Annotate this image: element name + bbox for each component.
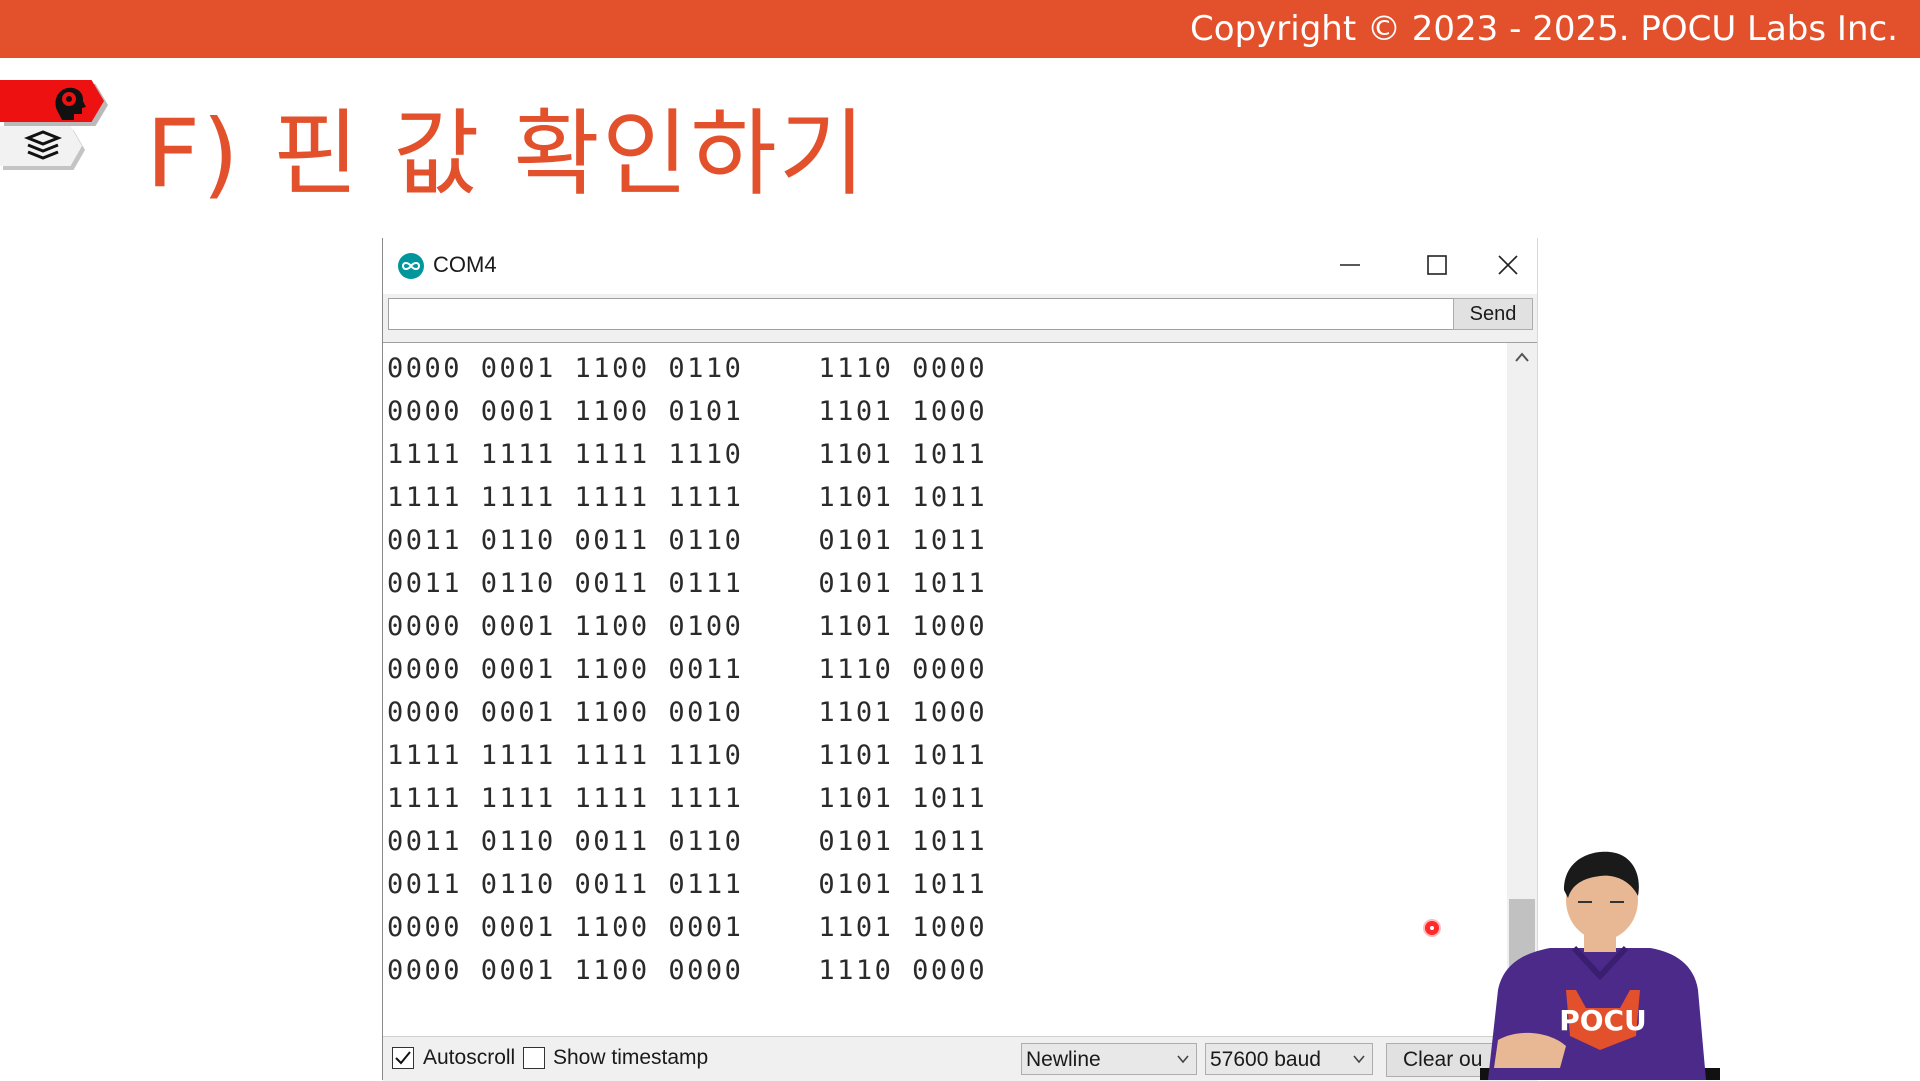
line-ending-select[interactable]: Newline xyxy=(1021,1043,1197,1075)
serial-input[interactable] xyxy=(388,298,1454,330)
output-line: 1111 1111 1111 1110 1101 1011 xyxy=(387,740,988,771)
top-banner: Copyright © 2023 - 2025. POCU Labs Inc. xyxy=(0,0,1920,58)
output-line: 0011 0110 0011 0110 0101 1011 xyxy=(387,525,988,556)
stack-layers-icon xyxy=(24,130,62,160)
output-line: 0000 0001 1100 0101 1101 1000 xyxy=(387,396,988,427)
output-line: 0000 0001 1100 0100 1101 1000 xyxy=(387,611,988,642)
window-title: COM4 xyxy=(433,252,497,277)
copyright-text: Copyright © 2023 - 2025. POCU Labs Inc. xyxy=(1190,9,1898,49)
chevron-up-icon[interactable] xyxy=(1514,351,1530,363)
slide-title: F) 핀 값 확인하기 xyxy=(146,100,868,209)
output-line: 1111 1111 1111 1110 1101 1011 xyxy=(387,439,988,470)
maximize-icon xyxy=(1427,255,1447,275)
maximize-button[interactable] xyxy=(1402,238,1472,294)
minimize-icon xyxy=(1340,264,1360,266)
autoscroll-label: Autoscroll xyxy=(423,1046,516,1069)
brain-head-icon xyxy=(55,87,86,120)
close-button[interactable] xyxy=(1489,238,1537,294)
arduino-icon xyxy=(398,253,424,279)
output-line: 1111 1111 1111 1111 1101 1011 xyxy=(387,783,988,814)
timestamp-checkbox[interactable] xyxy=(523,1047,545,1069)
window-titlebar: COM4 xyxy=(383,238,1537,294)
chevron-down-icon xyxy=(1353,1055,1365,1064)
minimize-button[interactable] xyxy=(1315,238,1385,294)
baud-rate-select[interactable]: 57600 baud xyxy=(1205,1043,1373,1075)
output-line: 0000 0001 1100 0000 1110 0000 xyxy=(387,955,988,986)
status-bar: Autoscroll Show timestamp Newline 57600 … xyxy=(383,1036,1537,1081)
output-line: 0000 0001 1100 0110 1110 0000 xyxy=(387,353,988,384)
presenter-video: POCU xyxy=(1480,851,1720,1080)
output-line: 1111 1111 1111 1111 1101 1011 xyxy=(387,482,988,513)
chevron-down-icon xyxy=(1177,1055,1189,1064)
baud-rate-value: 57600 baud xyxy=(1210,1048,1321,1071)
checkmark-icon xyxy=(395,1051,411,1065)
send-button[interactable]: Send xyxy=(1453,298,1533,330)
autoscroll-checkbox[interactable] xyxy=(392,1047,414,1069)
output-line: 0000 0001 1100 0010 1101 1000 xyxy=(387,697,988,728)
serial-output[interactable]: 0000 0001 1100 0110 1110 0000 0000 0001 … xyxy=(383,342,1507,1037)
close-icon xyxy=(1498,255,1518,275)
output-line: 0011 0110 0011 0110 0101 1011 xyxy=(387,826,988,857)
output-line: 0000 0001 1100 0001 1101 1000 xyxy=(387,912,988,943)
output-line: 0011 0110 0011 0111 0101 1011 xyxy=(387,568,988,599)
output-line: 0000 0001 1100 0011 1110 0000 xyxy=(387,654,988,685)
send-row: Send xyxy=(383,294,1537,342)
shirt-logo: POCU xyxy=(1559,1004,1647,1037)
serial-monitor-window: COM4 Send 0000 0001 1100 0110 1110 0000 … xyxy=(382,238,1538,1081)
output-line: 0011 0110 0011 0111 0101 1011 xyxy=(387,869,988,900)
pointer-highlight xyxy=(1425,921,1439,935)
line-ending-value: Newline xyxy=(1026,1048,1101,1071)
timestamp-label: Show timestamp xyxy=(553,1046,709,1069)
